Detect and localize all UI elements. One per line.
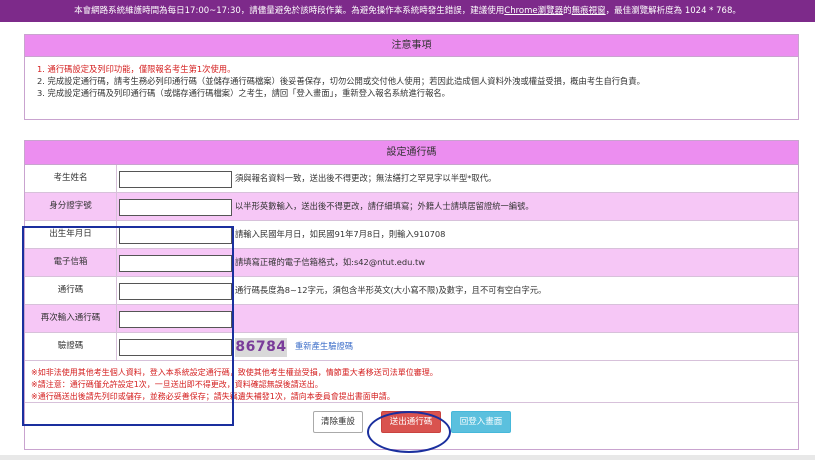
row-id: 身分證字號 以半形英數輸入，送出後不得更改，請仔細填寫；外籍人士請填居留證統一編… (25, 193, 798, 221)
passcode-input[interactable] (119, 283, 232, 300)
notice-title: 注意事項 (25, 35, 798, 57)
row-email: 電子信箱 請填寫正確的電子信箱格式，如:s42@ntut.edu.tw (25, 249, 798, 277)
warning-1: ※如非法使用其他考生個人資料，登入本系統設定通行碼，致使其他考生權益受損，情節重… (31, 368, 438, 377)
passcode-hint: 通行碼長度為8~12字元，須包含半形英文(大小寫不限)及數字，且不可有空白字元。 (235, 285, 547, 295)
id-input[interactable] (119, 199, 232, 216)
refresh-captcha-link[interactable]: 重新產生驗證碼 (295, 333, 353, 360)
passcode-confirm-label: 再次輸入通行碼 (25, 305, 117, 332)
row-birth: 出生年月日 請輸入民國年月日，如民國91年7月8日，則輸入910708 (25, 221, 798, 249)
passcode-form: 設定通行碼 考生姓名 須與報名資料一致，送出後不得更改；無法繕打之罕見字以半型*… (24, 140, 799, 450)
banner-text-before: 本會網路系統維護時間為每日17:00~17:30，請儘量避免於該時段作業。為避免… (74, 6, 505, 16)
captcha-image: 86784 (235, 338, 287, 357)
top-banner: 本會網路系統維護時間為每日17:00~17:30，請儘量避免於該時段作業。為避免… (0, 0, 815, 22)
row-passcode-confirm: 再次輸入通行碼 (25, 305, 798, 333)
id-label: 身分證字號 (25, 193, 117, 220)
form-title: 設定通行碼 (25, 141, 798, 165)
incognito-link[interactable]: 無痕視窗 (572, 6, 606, 16)
row-name: 考生姓名 須與報名資料一致，送出後不得更改；無法繕打之罕見字以半型*取代。 (25, 165, 798, 193)
back-to-login-button[interactable]: 回登入畫面 (451, 411, 511, 433)
id-hint: 以半形英數輸入，送出後不得更改，請仔細填寫；外籍人士請填居留證統一編號。 (235, 201, 534, 211)
notice-item-1: 1. 通行碼設定及列印功能，僅限報名考生第1次使用。 (37, 64, 236, 74)
clear-button[interactable]: 清除重設 (313, 411, 363, 433)
email-label: 電子信箱 (25, 249, 117, 276)
passcode-label: 通行碼 (25, 277, 117, 304)
name-label: 考生姓名 (25, 165, 117, 192)
captcha-input[interactable] (119, 339, 232, 356)
name-hint: 須與報名資料一致，送出後不得更改；無法繕打之罕見字以半型*取代。 (235, 173, 497, 183)
notice-item-3: 3. 完成設定通行碼及列印通行碼（或儲存通行碼檔案）之考生，請回「登入畫面」，重… (37, 88, 450, 98)
warning-block: ※如非法使用其他考生個人資料，登入本系統設定通行碼，致使其他考生權益受損，情節重… (25, 361, 798, 403)
notice-panel: 注意事項 1. 通行碼設定及列印功能，僅限報名考生第1次使用。 2. 完成設定通… (24, 34, 799, 120)
row-captcha: 驗證碼 86784 重新產生驗證碼 (25, 333, 798, 361)
horizontal-scrollbar[interactable] (0, 455, 815, 460)
captcha-label: 驗證碼 (25, 333, 117, 360)
notice-item-2: 2. 完成設定通行碼，請考生務必列印通行碼（並儲存通行碼檔案）後妥善保存，切勿公… (37, 76, 645, 86)
passcode-confirm-input[interactable] (119, 311, 232, 328)
warning-3: ※通行碼送出後請先列印或儲存，並務必妥善保存；請失竊遺失補發1次，請向本委員會提… (31, 392, 395, 401)
chrome-link[interactable]: Chrome瀏覽器 (504, 6, 563, 16)
banner-text-after: ，最佳瀏覽解析度為 1024 * 768。 (605, 6, 741, 16)
birth-hint: 請輸入民國年月日，如民國91年7月8日，則輸入910708 (235, 229, 446, 239)
email-hint: 請填寫正確的電子信箱格式，如:s42@ntut.edu.tw (235, 257, 426, 267)
birth-label: 出生年月日 (25, 221, 117, 248)
warning-2: ※請注意：通行碼僅允許設定1次，一旦送出即不得更改，資料確認無誤後請送出。 (31, 380, 323, 389)
birth-input[interactable] (119, 227, 232, 244)
name-input[interactable] (119, 171, 232, 188)
row-passcode: 通行碼 通行碼長度為8~12字元，須包含半形英文(大小寫不限)及數字，且不可有空… (25, 277, 798, 305)
banner-text-mid: 的 (563, 6, 572, 16)
button-bar: 清除重設 送出通行碼 回登入畫面 (25, 403, 798, 439)
notice-body: 1. 通行碼設定及列印功能，僅限報名考生第1次使用。 2. 完成設定通行碼，請考… (25, 57, 798, 105)
email-input[interactable] (119, 255, 232, 272)
submit-passcode-button[interactable]: 送出通行碼 (381, 411, 441, 433)
